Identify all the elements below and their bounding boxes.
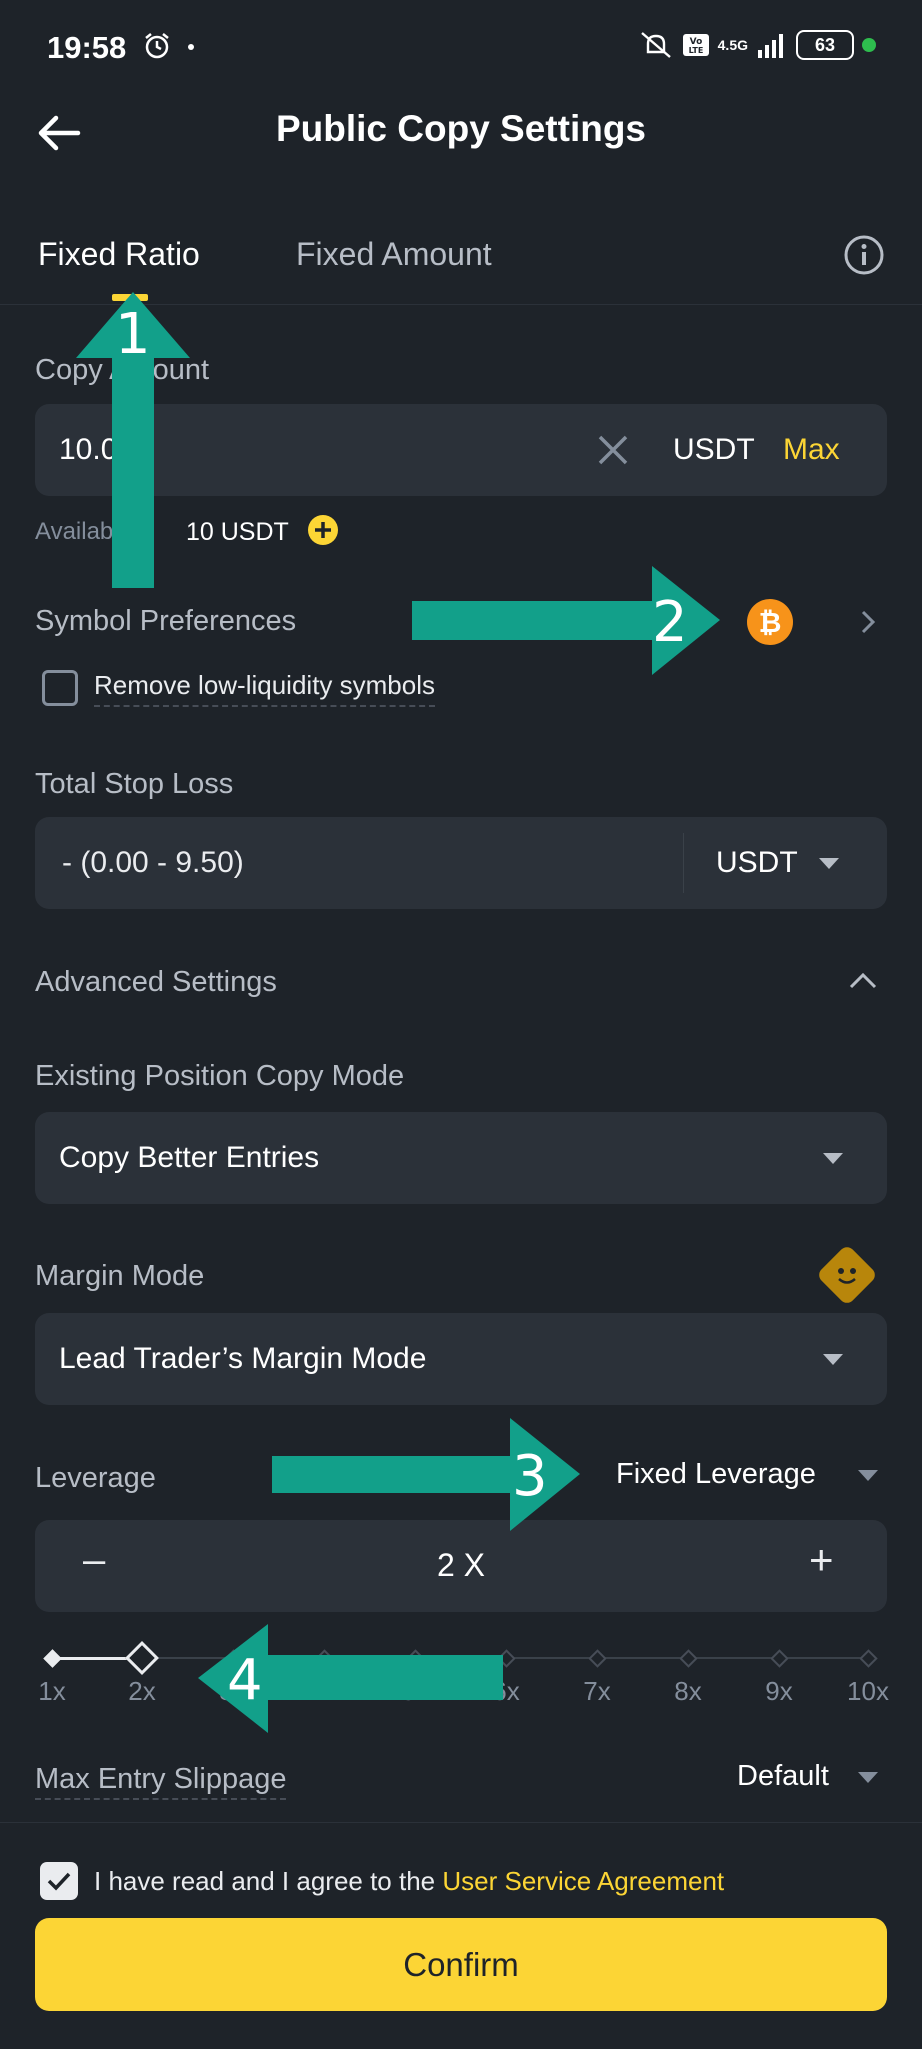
tab-fixed-ratio[interactable]: Fixed Ratio <box>38 236 200 273</box>
existing-position-label: Existing Position Copy Mode <box>35 1060 405 1092</box>
advanced-settings-label[interactable]: Advanced Settings <box>35 966 277 999</box>
agreement-text-body: I have read and I agree to the <box>94 1866 443 1896</box>
leverage-tick-label: 2x <box>128 1676 156 1706</box>
remove-low-liquidity-checkbox[interactable] <box>42 670 78 706</box>
divider <box>0 1822 922 1823</box>
leverage-label: Leverage <box>35 1462 156 1494</box>
signal-icon <box>758 34 783 58</box>
check-icon <box>47 1872 71 1891</box>
leverage-tick-label: 1x <box>38 1676 66 1706</box>
copy-amount-value: 10.0 <box>59 433 118 466</box>
available-value: 10 USDT <box>186 518 289 546</box>
notification-dot <box>188 44 194 50</box>
dropdown-arrow-icon[interactable] <box>858 1470 878 1481</box>
chevron-right-icon[interactable] <box>858 608 878 636</box>
volte-icon: Vo LTE <box>682 34 709 56</box>
stop-loss-placeholder: - (0.00 - 9.50) <box>62 846 244 879</box>
leverage-slider-node[interactable] <box>125 1641 159 1675</box>
annotation-label-2: 2 <box>652 590 688 655</box>
svg-text:₿: ₿ <box>759 606 782 639</box>
status-indicators: Vo LTE 4.5G 63 <box>638 30 876 60</box>
copy-amount-currency: USDT <box>673 433 755 466</box>
leverage-tick-label: 8x <box>674 1676 702 1706</box>
annotation-label-1: 1 <box>115 302 151 367</box>
info-icon[interactable] <box>843 234 885 276</box>
margin-mode-value: Lead Trader’s Margin Mode <box>59 1342 427 1375</box>
bitcoin-icon: ₿ <box>747 599 793 645</box>
leverage-mode-select[interactable]: Fixed Leverage <box>616 1458 816 1491</box>
stop-loss-currency[interactable]: USDT <box>716 846 798 880</box>
alarm-icon <box>145 33 169 59</box>
max-entry-slippage-value[interactable]: Default <box>737 1760 829 1793</box>
dropdown-arrow-icon[interactable] <box>858 1772 878 1783</box>
dropdown-arrow-icon <box>823 1153 843 1164</box>
annotation-label-3: 3 <box>512 1444 548 1509</box>
agreement-text: I have read and I agree to the User Serv… <box>94 1866 724 1897</box>
leverage-slider-node[interactable] <box>770 1649 789 1668</box>
status-time: 19:58 <box>47 30 127 65</box>
leverage-increment-button[interactable]: + <box>809 1536 834 1584</box>
leverage-value[interactable]: 2 X <box>35 1547 887 1584</box>
dropdown-arrow-icon[interactable] <box>819 858 839 869</box>
copy-amount-input[interactable]: 10.0 USDT Max <box>35 404 887 496</box>
leverage-stepper: – 2 X + <box>35 1520 887 1612</box>
symbol-preferences-label[interactable]: Symbol Preferences <box>35 605 296 638</box>
leverage-tick-label: 4x <box>310 1676 338 1706</box>
agreement-checkbox[interactable] <box>40 1862 78 1900</box>
leverage-tick-label: 7x <box>583 1676 611 1706</box>
leverage-tick-label: 5x <box>401 1676 429 1706</box>
leverage-slider-node[interactable] <box>497 1649 516 1668</box>
battery-indicator: 63 <box>796 30 854 60</box>
total-stop-loss-label: Total Stop Loss <box>35 768 234 800</box>
chevron-up-icon[interactable] <box>848 970 878 990</box>
svg-text:LTE: LTE <box>688 46 703 55</box>
add-funds-icon[interactable] <box>307 514 339 546</box>
leverage-slider-track[interactable] <box>50 1657 870 1659</box>
network-type: 4.5G <box>717 37 748 53</box>
leverage-slider-node[interactable] <box>315 1649 334 1668</box>
existing-position-select[interactable]: Copy Better Entries <box>35 1112 887 1204</box>
max-entry-slippage-label[interactable]: Max Entry Slippage <box>35 1763 287 1800</box>
margin-mode-label: Margin Mode <box>35 1260 205 1292</box>
leverage-slider-node[interactable] <box>859 1649 878 1668</box>
leverage-tick-label: 9x <box>765 1676 793 1706</box>
leverage-tick-label: 6x <box>492 1676 520 1706</box>
tab-fixed-amount[interactable]: Fixed Amount <box>296 236 492 273</box>
leverage-tick-label: 10x <box>847 1676 889 1706</box>
total-stop-loss-input[interactable]: - (0.00 - 9.50) USDT <box>35 817 887 909</box>
green-dot <box>862 38 876 52</box>
annotation-label-4: 4 <box>227 1648 263 1713</box>
field-separator <box>683 833 684 893</box>
leverage-slider-node[interactable] <box>43 1649 62 1668</box>
existing-position-value: Copy Better Entries <box>59 1141 320 1174</box>
user-service-agreement-link[interactable]: User Service Agreement <box>442 1866 724 1896</box>
mute-icon <box>640 32 671 58</box>
dropdown-arrow-icon <box>823 1354 843 1365</box>
margin-mode-select[interactable]: Lead Trader’s Margin Mode <box>35 1313 887 1405</box>
leverage-slider-node[interactable] <box>406 1649 425 1668</box>
leverage-slider-node[interactable] <box>588 1649 607 1668</box>
active-tab-indicator <box>112 294 148 301</box>
remove-low-liquidity-label[interactable]: Remove low-liquidity symbols <box>94 670 435 707</box>
page-title: Public Copy Settings <box>275 108 647 149</box>
assistant-icon[interactable] <box>810 1238 884 1312</box>
max-button[interactable]: Max <box>783 433 840 467</box>
available-label: Available <box>35 518 132 545</box>
confirm-button[interactable]: Confirm <box>35 1918 887 2011</box>
leverage-slider-node[interactable] <box>679 1649 698 1668</box>
clear-icon[interactable] <box>597 434 629 466</box>
